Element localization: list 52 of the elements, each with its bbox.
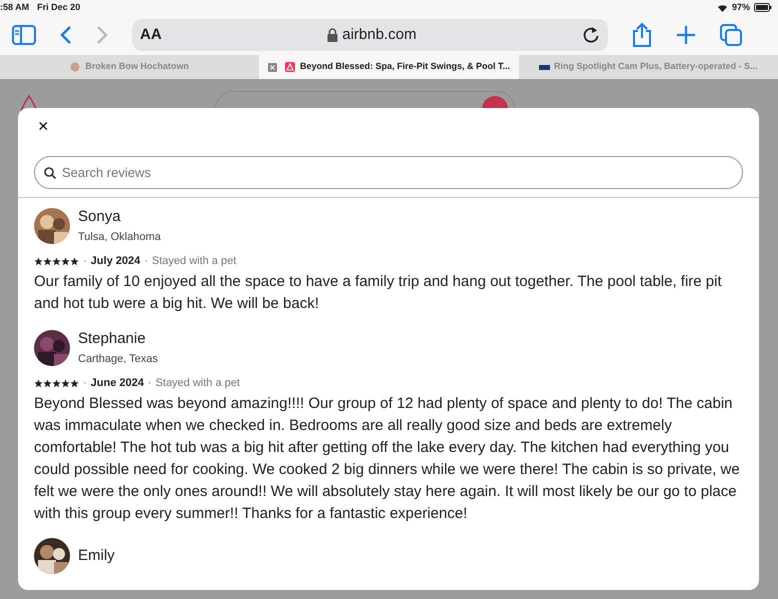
star-icon [61, 378, 70, 388]
share-icon[interactable] [632, 23, 652, 47]
star-icon [34, 256, 43, 266]
favicon-icon [70, 62, 82, 72]
close-icon[interactable] [268, 62, 277, 72]
star-icon [61, 256, 70, 266]
battery-level: 97% [732, 0, 750, 14]
reload-icon[interactable] [582, 26, 600, 44]
star-icon [70, 256, 79, 266]
search-icon [44, 167, 56, 179]
separator-dot: · [144, 254, 148, 269]
reviewer-name: Emily [78, 546, 115, 566]
review-date: June 2024 [90, 376, 144, 392]
star-icon [52, 256, 61, 266]
separator-dot: · [148, 376, 152, 392]
review-date: July 2024 [90, 254, 140, 269]
status-date: Fri Dec 20 [37, 0, 82, 14]
add-icon[interactable] [676, 25, 696, 45]
forward-icon [96, 25, 108, 45]
star-icon [43, 256, 52, 266]
stay-note: Stayed with a pet [152, 254, 236, 269]
separator-dot: · [83, 254, 87, 269]
browser-tab[interactable]: Beyond Blessed: Spa, Fire-Pit Swings, & Pool T... [259, 55, 519, 79]
close-button[interactable]: × [38, 117, 49, 135]
wifi-icon [716, 3, 728, 12]
star-icon [52, 378, 61, 388]
reviewer-name: Sonya [78, 207, 122, 227]
favicon-icon [539, 62, 550, 72]
tab-title: Broken Bow Hochatown [85, 60, 189, 74]
reviewer-location: Carthage, Texas [78, 352, 158, 367]
tab-title: Ring Spotlight Cam Plus, Battery-operated - S... [554, 60, 758, 74]
star-icon [34, 378, 43, 388]
favicon-icon [284, 62, 296, 72]
star-icon [70, 378, 79, 388]
back-icon[interactable] [60, 25, 72, 45]
stay-note: Stayed with a pet [156, 376, 240, 392]
reviewer-location: Tulsa, Oklahoma [78, 230, 161, 244]
separator-dot: · [83, 376, 87, 392]
reviewer-name: Stephanie [78, 329, 147, 350]
battery-icon [754, 3, 772, 12]
address-text: airbnb.com [342, 24, 416, 45]
star-icon [43, 378, 52, 388]
tab-title: Beyond Blessed: Spa, Fire-Pit Swings, & Pool T... [300, 60, 510, 74]
review-text: Our family of 10 enjoyed all the space to have a family trip and hang out together. The pool table, fire pit and hot tub were a big hit. We will be back! [34, 272, 723, 314]
address-bar[interactable]: AA airbnb.com [132, 19, 608, 51]
lock-icon [327, 28, 338, 42]
status-time: :58 AM [0, 0, 30, 14]
tabs-icon[interactable] [720, 24, 742, 46]
sidebar-icon[interactable] [12, 25, 36, 45]
text-size-button[interactable]: AA [140, 24, 162, 46]
review-text: Beyond Blessed was beyond amazing!!!! Our group of 12 had plenty of space and plenty to do! The cabin was immaculate when we checked in. Bedrooms are all really good size and beds are extremely comfortable! The hot tub was a big hit after getting off the lake every day. The kitchen had everything you could possible need for cooking. We cooked 2 big dinners while we were there! The cabin is so private, we felt we were the only ones around!! We will absolutely stay here again. It will most likely be our go to place with this group every summer!! Thanks for a fantastic experience! [34, 394, 741, 524]
search-field[interactable]: Search reviews [34, 156, 743, 189]
